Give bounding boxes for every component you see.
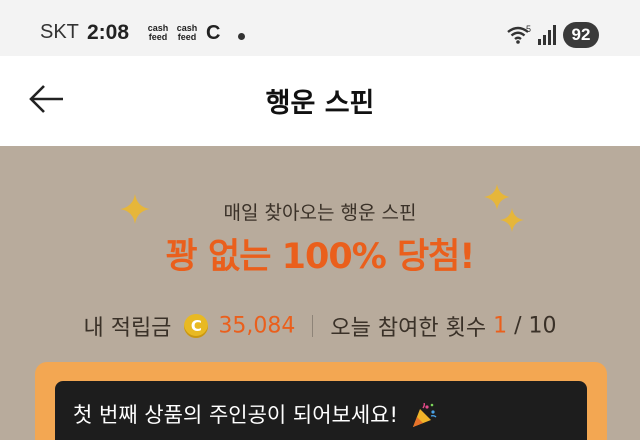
participation-current: 1 <box>493 313 508 339</box>
svg-text:5: 5 <box>526 24 531 34</box>
page-title: 행운 스핀 <box>265 88 375 119</box>
stats-divider <box>312 315 314 337</box>
participation-label: 오늘 참여한 횟수 <box>330 316 487 341</box>
hero-subtitle: 매일 찾아오는 행운 스핀 <box>223 202 417 224</box>
cash-feed-notification-icon: cash feed <box>147 23 169 42</box>
participation-separator: / <box>514 313 522 339</box>
coin-icon: C <box>184 314 209 338</box>
participation-total: 10 <box>528 313 557 339</box>
points-value: 35,084 <box>218 313 296 339</box>
signal-strength-icon <box>538 25 556 45</box>
spin-stats: 내 적립금 C 35,084 오늘 참여한 횟수 1 / 10 <box>0 310 640 342</box>
cash-feed-notification-icon-2: cash feed <box>176 23 198 42</box>
spin-card: 첫 번째 상품의 주인공이 되어보세요! <box>35 362 607 440</box>
more-notifications-dot-icon <box>238 33 245 40</box>
lucky-spin-hero: 매일 찾아오는 행운 스핀 꽝 없는 100% 당첨! 내 적립금 C 35,0… <box>0 146 640 440</box>
hero-title: 꽝 없는 100% 당첨! <box>165 237 476 277</box>
clock: 2:08 <box>87 21 130 44</box>
status-bar: SKT 2:08 cash feed cash feed C 5 92 <box>0 0 640 56</box>
points-label: 내 적립금 <box>83 316 172 341</box>
app-header: 행운 스핀 <box>0 56 640 146</box>
carrier-label: SKT <box>40 21 79 43</box>
banner-text: 첫 번째 상품의 주인공이 되어보세요! <box>73 403 398 427</box>
party-popper-icon <box>412 403 437 427</box>
first-prize-banner: 첫 번째 상품의 주인공이 되어보세요! <box>55 381 587 440</box>
battery-indicator: 92 <box>563 22 599 48</box>
wifi-icon: 5 <box>507 24 531 44</box>
c-app-notification-icon: C <box>206 22 221 44</box>
